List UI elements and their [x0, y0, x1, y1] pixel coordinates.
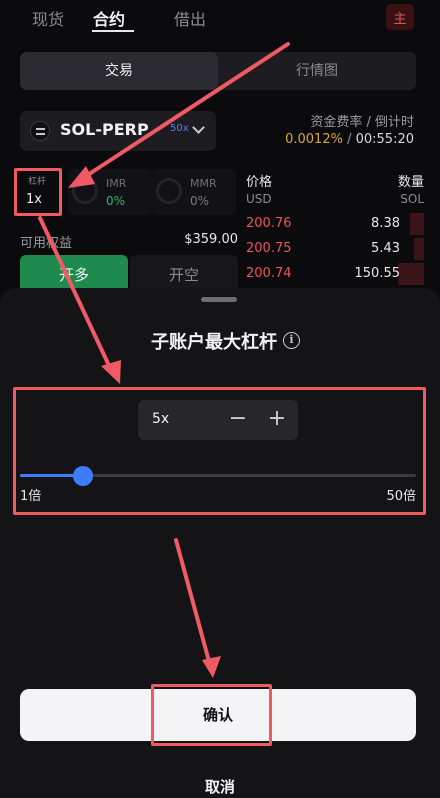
orderbook-price-header: 价格 [246, 175, 273, 190]
funding-value: 0.0012% / 00:55:20 [285, 132, 414, 147]
depth-bar [410, 213, 424, 235]
funding-rate: 0.0012% [285, 132, 343, 147]
imr-box: IMR 0% [68, 169, 152, 215]
sheet-drag-handle[interactable] [201, 297, 237, 302]
ask-qty: 8.38 [371, 216, 400, 231]
leverage-slider[interactable] [20, 466, 416, 486]
minus-icon[interactable]: − [225, 407, 251, 433]
main-account-badge[interactable]: 主 [386, 4, 414, 30]
market-name: SOL-PERP [60, 120, 149, 139]
stepper-value[interactable]: 5x [152, 411, 169, 427]
max-leverage-sheet: 子账户最大杠杆 i 5x − + 1倍 50倍 确认 取消 [0, 288, 440, 798]
ask-qty: 5.43 [371, 241, 400, 256]
orderbook-row[interactable]: 200.74 150.55 [246, 263, 424, 285]
slider-max-label: 50倍 [386, 489, 416, 504]
info-icon[interactable]: i [283, 332, 300, 349]
orderbook-row[interactable]: 200.76 8.38 [246, 213, 424, 235]
funding-countdown: 00:55:20 [355, 132, 414, 147]
ask-price: 200.75 [246, 241, 292, 256]
mmr-value: 0% [190, 194, 210, 208]
chevron-down-icon [192, 121, 205, 134]
top-tabs: 现货 合约 借出 主 [0, 0, 440, 34]
depth-bar [398, 263, 424, 285]
leverage-value: 1x [26, 192, 42, 207]
funding-label: 资金费率 / 倒计时 [310, 115, 414, 130]
tab-lend[interactable]: 借出 [174, 6, 206, 30]
plus-icon[interactable]: + [264, 407, 290, 433]
max-leverage-tag: 50x [170, 123, 189, 134]
slider-thumb[interactable] [72, 466, 93, 486]
mmr-ring-icon [156, 178, 182, 204]
leverage-button[interactable]: 杠杆 1x [14, 169, 62, 215]
tab-spot[interactable]: 现货 [32, 6, 64, 30]
segment-market-chart[interactable]: 行情图 [218, 52, 416, 90]
equity-value: $359.00 [184, 232, 238, 247]
imr-value: 0% [106, 194, 126, 208]
imr-ring-icon [72, 178, 98, 204]
market-selector[interactable]: SOL-PERP 50x [20, 111, 216, 151]
depth-bar [414, 238, 424, 260]
mmr-box: MMR 0% [152, 169, 236, 215]
orderbook-row[interactable]: 200.75 5.43 [246, 238, 424, 260]
orderbook-qty-unit: SOL [400, 192, 424, 206]
orderbook-qty-header: 数量 [397, 175, 424, 190]
tab-futures[interactable]: 合约 [93, 6, 125, 30]
orderbook-price-unit: USD [246, 192, 272, 206]
leverage-label: 杠杆 [28, 177, 47, 187]
ask-price: 200.74 [246, 266, 292, 281]
active-tab-underline [92, 30, 134, 32]
ask-price: 200.76 [246, 216, 292, 231]
imr-label: IMR [106, 177, 127, 190]
solana-icon [30, 121, 50, 141]
ask-qty: 150.55 [354, 266, 401, 281]
view-segment-control: 交易 行情图 [20, 52, 416, 90]
mmr-label: MMR [190, 177, 217, 190]
cancel-button[interactable]: 取消 [0, 776, 440, 797]
confirm-button[interactable]: 确认 [20, 689, 416, 741]
sheet-title: 子账户最大杠杆 [151, 332, 277, 353]
segment-trade[interactable]: 交易 [20, 52, 218, 90]
leverage-stepper: 5x − + [138, 400, 298, 440]
funding-separator: / [342, 132, 356, 147]
equity-label: 可用权益 [20, 236, 73, 251]
slider-min-label: 1倍 [20, 489, 42, 504]
